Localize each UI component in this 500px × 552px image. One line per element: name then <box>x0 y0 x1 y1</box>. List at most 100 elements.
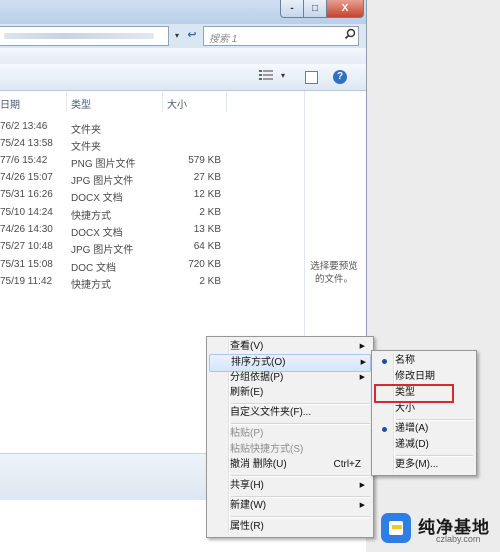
file-size: 2 KB <box>199 276 221 287</box>
menu-separator <box>231 423 370 425</box>
menu-item-undo-delete[interactable]: 撤消 删除(U) Ctrl+Z <box>209 457 369 473</box>
file-type: PNG 图片文件 <box>71 159 136 170</box>
search-input[interactable]: 搜索 1 <box>203 26 359 46</box>
menu-item-group-by[interactable]: 分组依据(P) ▶ <box>209 370 369 386</box>
file-date: 77/6 15:42 <box>0 155 48 166</box>
file-size: 720 KB <box>188 259 221 270</box>
menu-item-label: 修改日期 <box>395 371 435 382</box>
preview-pane-message: 选择要预览 的文件。 <box>306 260 362 286</box>
file-row[interactable]: 76/2 13:46 文件夹 <box>0 119 304 136</box>
radio-bullet-icon <box>382 427 387 432</box>
view-details-icon[interactable] <box>259 70 273 83</box>
file-date: 76/2 13:46 <box>0 121 48 132</box>
file-size: 13 KB <box>193 224 221 235</box>
file-row[interactable]: 74/26 15:07 JPG 图片文件 27 KB <box>0 170 304 187</box>
file-date: 75/31 16:26 <box>0 189 53 200</box>
submenu-arrow-icon: ▶ <box>360 359 366 366</box>
column-header-type[interactable]: 类型 <box>71 96 91 111</box>
file-row[interactable]: 75/19 11:42 快捷方式 2 KB <box>0 274 304 291</box>
watermark-logo-icon <box>381 513 411 543</box>
view-dropdown-icon[interactable]: ▾ <box>281 71 285 80</box>
file-type: JPG 图片文件 <box>71 176 134 187</box>
menu-item-label: 分组依据(P) <box>230 372 284 383</box>
menu-item-new[interactable]: 新建(W) ▶ <box>209 498 369 514</box>
file-row[interactable]: 75/31 16:26 DOCX 文档 12 KB <box>0 187 304 204</box>
file-type: 文件夹 <box>71 125 101 136</box>
minimize-button[interactable]: - <box>280 0 304 18</box>
submenu-arrow-icon: ▶ <box>359 343 365 350</box>
search-icon[interactable] <box>344 28 356 43</box>
menu-item-label: 撤消 删除(U) <box>230 459 287 470</box>
file-size: 2 KB <box>199 207 221 218</box>
menu-bar <box>0 48 366 64</box>
file-date: 75/31 15:08 <box>0 259 53 270</box>
file-row[interactable]: 75/10 14:24 快捷方式 2 KB <box>0 205 304 222</box>
file-date: 74/26 15:07 <box>0 172 53 183</box>
column-header-size[interactable]: 大小 <box>167 96 187 111</box>
menu-item-label: 递减(D) <box>395 439 429 450</box>
submenu-arrow-icon: ▶ <box>359 374 365 381</box>
file-date: 75/27 10:48 <box>0 241 53 252</box>
column-divider[interactable] <box>162 92 163 112</box>
menu-item-customize-folder[interactable]: 自定义文件夹(F)... <box>209 405 369 421</box>
menu-item-label: 更多(M)... <box>395 459 439 470</box>
file-row[interactable]: 74/26 14:30 DOCX 文档 13 KB <box>0 222 304 239</box>
file-date: 74/26 14:30 <box>0 224 53 235</box>
help-icon[interactable]: ? <box>333 70 347 84</box>
menu-item-label: 自定义文件夹(F)... <box>230 407 312 418</box>
submenu-item-more[interactable]: 更多(M)... <box>374 457 472 473</box>
menu-item-properties[interactable]: 属性(R) <box>209 519 369 535</box>
menu-item-label: 查看(V) <box>230 341 264 352</box>
preview-pane-icon[interactable] <box>305 71 318 84</box>
file-type: 快捷方式 <box>71 280 111 291</box>
menu-item-paste-shortcut[interactable]: 粘贴快捷方式(S) <box>209 442 369 458</box>
submenu-arrow-icon: ▶ <box>359 482 365 489</box>
file-date: 75/19 11:42 <box>0 276 53 287</box>
menu-item-share[interactable]: 共享(H) ▶ <box>209 478 369 494</box>
address-bar[interactable] <box>0 26 169 46</box>
submenu-item-size[interactable]: 大小 <box>374 401 472 417</box>
refresh-icon[interactable]: ↩ <box>184 27 200 44</box>
column-divider[interactable] <box>226 92 227 112</box>
file-size: 64 KB <box>193 241 221 252</box>
file-row[interactable]: 75/24 13:58 文件夹 <box>0 136 304 153</box>
toolbar: ▾ ? <box>0 64 366 91</box>
address-dropdown-icon[interactable]: ▾ <box>171 27 183 44</box>
column-header-date[interactable]: 日期 <box>0 96 20 111</box>
menu-item-view[interactable]: 查看(V) ▶ <box>209 339 369 355</box>
menu-item-label: 共享(H) <box>230 480 264 491</box>
menu-separator <box>231 475 370 477</box>
context-menu: 查看(V) ▶ 排序方式(O) ▶ 分组依据(P) ▶ 刷新(E) 自定义文件夹… <box>206 336 374 538</box>
search-placeholder: 搜索 1 <box>209 34 238 45</box>
file-row[interactable]: 75/27 10:48 JPG 图片文件 64 KB <box>0 239 304 256</box>
submenu-item-descending[interactable]: 递减(D) <box>374 437 472 453</box>
menu-item-paste[interactable]: 粘贴(P) <box>209 426 369 442</box>
file-row[interactable]: 77/6 15:42 PNG 图片文件 579 KB <box>0 153 304 170</box>
highlight-box <box>374 384 454 403</box>
menu-item-label: 粘贴(P) <box>230 428 264 439</box>
submenu-item-date-modified[interactable]: 修改日期 <box>374 369 472 385</box>
menu-item-refresh[interactable]: 刷新(E) <box>209 385 369 401</box>
file-date: 75/24 13:58 <box>0 138 53 149</box>
preview-line-2: 的文件。 <box>314 274 353 285</box>
submenu-item-ascending[interactable]: 递增(A) <box>374 421 472 437</box>
submenu-item-name[interactable]: 名称 <box>374 353 472 369</box>
file-size: 579 KB <box>188 155 221 166</box>
menu-item-label: 大小 <box>395 403 415 414</box>
submenu-arrow-icon: ▶ <box>359 502 365 509</box>
file-size: 27 KB <box>193 172 221 183</box>
menu-item-label: 粘贴快捷方式(S) <box>230 444 304 455</box>
file-row[interactable]: 75/31 15:08 DOC 文档 720 KB <box>0 257 304 274</box>
file-type: DOCX 文档 <box>71 193 123 204</box>
file-size: 12 KB <box>193 189 221 200</box>
close-button[interactable]: X <box>326 0 364 18</box>
menu-item-label: 属性(R) <box>230 521 264 532</box>
watermark-url: czlaby.com <box>436 534 481 544</box>
menu-item-label: 递增(A) <box>395 423 429 434</box>
maximize-button[interactable]: □ <box>303 0 327 18</box>
sort-submenu: 名称 修改日期 类型 大小 递增(A) 递减(D) 更多(M)... <box>371 350 477 476</box>
column-divider[interactable] <box>66 92 67 112</box>
menu-item-label: 刷新(E) <box>230 387 264 398</box>
file-type: 文件夹 <box>71 142 101 153</box>
menu-item-label: 名称 <box>395 355 415 366</box>
